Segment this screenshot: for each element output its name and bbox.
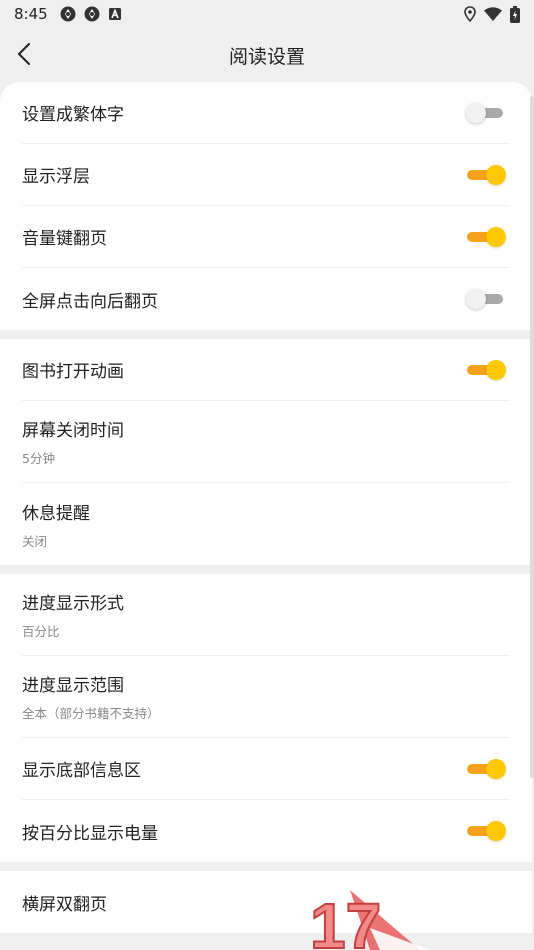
page-title: 阅读设置 <box>228 45 305 68</box>
setting-fullscreen-tap-forward[interactable]: 全屏点击向后翻页 <box>22 268 510 330</box>
status-right <box>464 5 520 23</box>
setting-text: 进度显示形式 百分比 <box>22 589 124 640</box>
setting-label: 横屏双翻页 <box>22 894 107 915</box>
toggle-switch[interactable] <box>466 102 506 123</box>
setting-value: 5分钟 <box>22 451 55 466</box>
setting-show-bottom-info[interactable]: 显示底部信息区 <box>22 738 510 800</box>
setting-battery-percentage[interactable]: 按百分比显示电量 <box>22 800 510 862</box>
settings-group-1: 设置成繁体字 显示浮层 音量键翻页 全屏点击向后翻页 <box>0 82 532 330</box>
setting-book-open-animation[interactable]: 图书打开动画 <box>22 339 510 401</box>
setting-volume-key-page-turn[interactable]: 音量键翻页 <box>22 206 510 268</box>
setting-label: 全屏点击向后翻页 <box>22 291 158 312</box>
battery-icon <box>510 5 520 23</box>
setting-progress-display-range[interactable]: 进度显示范围 全本（部分书籍不支持） <box>22 656 510 738</box>
status-bar: 8:45 <box>0 0 534 28</box>
setting-text: 屏幕关闭时间 5分钟 <box>22 416 124 467</box>
setting-label: 按百分比显示电量 <box>22 823 158 844</box>
aperture-icon <box>60 6 76 22</box>
setting-landscape-double-page[interactable]: 横屏双翻页 <box>22 871 510 933</box>
settings-group-2: 图书打开动画 屏幕关闭时间 5分钟 休息提醒 关闭 <box>0 339 532 565</box>
settings-group-3: 进度显示形式 百分比 进度显示范围 全本（部分书籍不支持） 显示底部信息区 按百… <box>0 574 532 862</box>
setting-label: 进度显示范围 <box>22 676 124 696</box>
setting-progress-display-format[interactable]: 进度显示形式 百分比 <box>22 574 510 656</box>
setting-traditional-chinese[interactable]: 设置成繁体字 <box>22 82 510 144</box>
setting-label: 显示底部信息区 <box>22 761 141 781</box>
wifi-icon <box>484 7 502 21</box>
location-icon <box>464 6 476 22</box>
setting-label: 音量键翻页 <box>22 229 107 249</box>
setting-label: 设置成繁体字 <box>22 105 124 125</box>
chevron-left-icon <box>18 43 30 65</box>
aperture-icon <box>84 6 100 22</box>
setting-label: 显示浮层 <box>22 167 90 187</box>
toggle-switch[interactable] <box>466 359 506 380</box>
settings-list[interactable]: 设置成繁体字 显示浮层 音量键翻页 全屏点击向后翻页 图书打开动画 屏幕关闭时间… <box>0 82 532 950</box>
toggle-switch[interactable] <box>466 226 506 247</box>
setting-text: 休息提醒 关闭 <box>22 499 90 550</box>
setting-value: 全本（部分书籍不支持） <box>22 706 160 721</box>
toggle-switch[interactable] <box>466 289 506 309</box>
setting-value: 关闭 <box>22 533 48 549</box>
toggle-switch[interactable] <box>466 821 506 841</box>
a-badge-icon <box>108 8 121 20</box>
setting-label: 进度显示形式 <box>22 594 124 614</box>
status-time: 8:45 <box>14 5 48 23</box>
scrollbar[interactable] <box>530 96 534 778</box>
toggle-switch[interactable] <box>466 164 506 185</box>
watermark-logo: 17 <box>310 889 430 950</box>
setting-label: 图书打开动画 <box>22 362 124 382</box>
setting-screen-off-time[interactable]: 屏幕关闭时间 5分钟 <box>22 401 510 483</box>
header: 阅读设置 <box>0 28 534 82</box>
status-left: 8:45 <box>14 5 122 23</box>
back-button[interactable] <box>10 36 38 72</box>
setting-show-overlay[interactable]: 显示浮层 <box>22 144 510 206</box>
watermark-text: 17 <box>310 890 381 950</box>
setting-text: 进度显示范围 全本（部分书籍不支持） <box>22 671 160 722</box>
toggle-switch[interactable] <box>466 758 506 779</box>
setting-value: 百分比 <box>22 624 60 639</box>
settings-group-4: 横屏双翻页 <box>0 871 532 933</box>
setting-label: 屏幕关闭时间 <box>22 421 124 441</box>
setting-label: 休息提醒 <box>22 503 90 524</box>
setting-rest-reminder[interactable]: 休息提醒 关闭 <box>22 483 510 565</box>
